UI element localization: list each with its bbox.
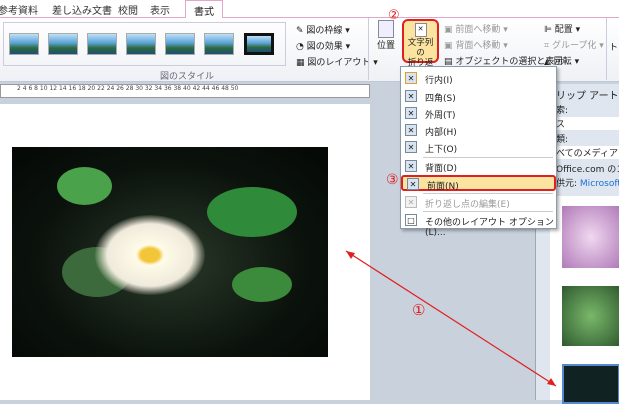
- arrow-head: [547, 378, 556, 386]
- step1-marker: ①: [412, 301, 426, 319]
- arrow-head: [346, 251, 355, 259]
- annotation-arrow: [345, 250, 557, 387]
- arrow-line: [345, 250, 557, 387]
